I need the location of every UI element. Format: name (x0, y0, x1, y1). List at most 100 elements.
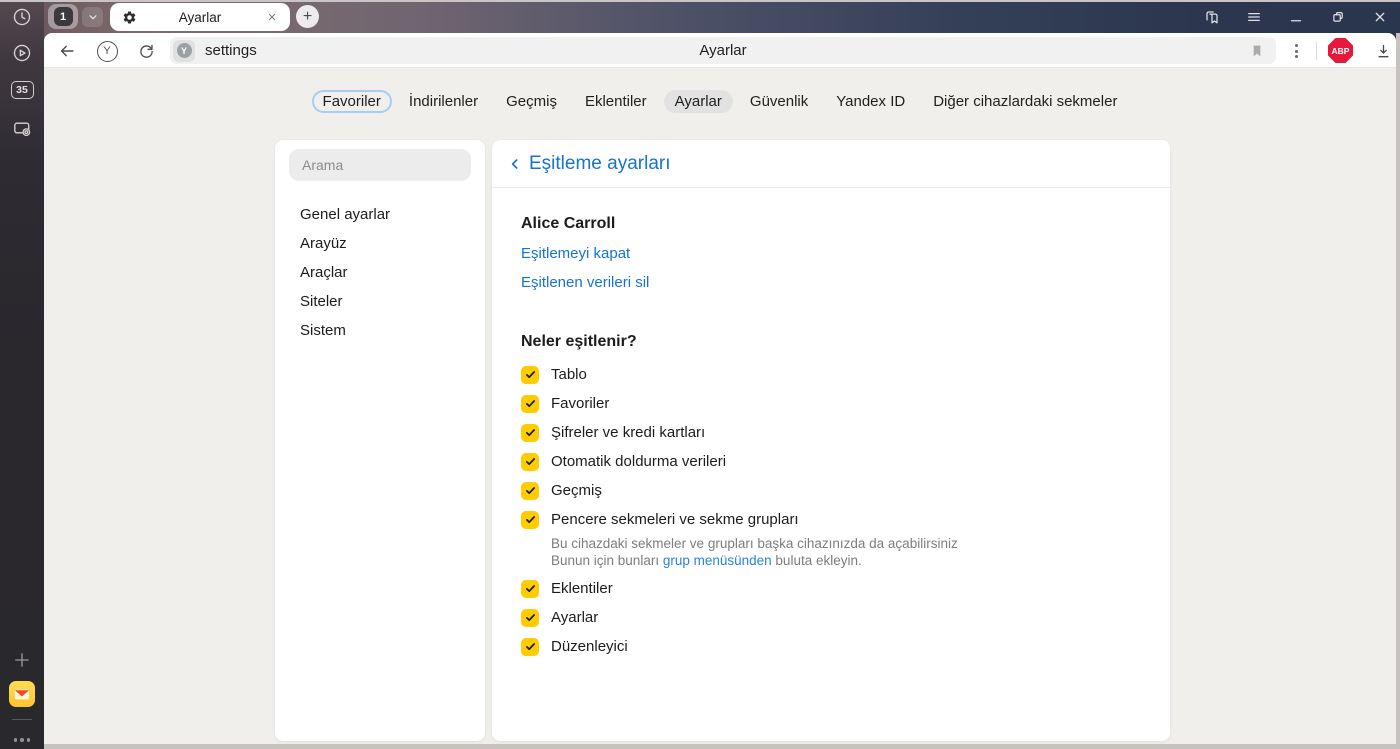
group-menu-link[interactable]: grup menüsünden (663, 553, 772, 568)
checkmark-icon (525, 371, 535, 379)
window-controls (1200, 0, 1392, 33)
hamburger-icon (1248, 12, 1260, 21)
minimize-icon (1290, 19, 1302, 21)
sync-item-gecmis: Geçmiş (521, 476, 1140, 505)
settings-nav-arayuz[interactable]: Arayüz (300, 229, 390, 258)
sync-item-sifreler: Şifreler ve kredi kartları (521, 418, 1140, 447)
nav-tab-gecmis[interactable]: Geçmiş (495, 90, 568, 113)
settings-nav-araclar[interactable]: Araçlar (300, 258, 390, 287)
back-button[interactable] (54, 38, 80, 64)
more-panels-button[interactable] (8, 726, 36, 749)
checkbox-row[interactable]: Düzenleyici (521, 632, 1140, 661)
checkmark-icon (525, 585, 535, 593)
settings-nav-siteler[interactable]: Siteler (300, 287, 390, 316)
window-top-edge (0, 0, 1400, 2)
disable-sync-link[interactable]: Eşitlemeyi kapat (521, 245, 630, 263)
plus-icon (15, 653, 29, 667)
refresh-button[interactable] (133, 38, 159, 64)
restore-button[interactable] (1326, 5, 1350, 29)
panels-button[interactable] (1200, 5, 1224, 29)
new-tab-button[interactable]: + (296, 5, 319, 28)
mail-button[interactable] (9, 681, 35, 707)
screen-capture-icon (13, 122, 30, 136)
play-icon (13, 44, 31, 62)
checkbox-checked[interactable] (521, 637, 539, 656)
sync-items-list: Tablo Favoriler Şifreler ve kredi kartla… (521, 360, 1140, 661)
nav-tab-guvenlik[interactable]: Güvenlik (739, 90, 819, 113)
nav-tab-indirilenler[interactable]: İndirilenler (398, 90, 489, 113)
checkbox-row[interactable]: Eklentiler (521, 574, 1140, 603)
checkbox-row[interactable]: Pencere sekmeleri ve sekme grupları (521, 505, 1140, 534)
checkbox-row[interactable]: Şifreler ve kredi kartları (521, 418, 1140, 447)
sync-settings-card: Eşitleme ayarları Alice Carroll Eşitleme… (492, 140, 1170, 741)
downloads-button[interactable] (1370, 38, 1396, 64)
page-title: Eşitleme ayarları (529, 152, 671, 174)
tab-group-button[interactable]: 1 (48, 4, 78, 29)
tab-close-button[interactable]: × (263, 8, 281, 26)
sync-item-pencere-sekmeleri: Pencere sekmeleri ve sekme grupları Bu c… (521, 505, 1140, 574)
checkbox-checked[interactable] (521, 423, 539, 442)
sync-settings-back[interactable]: Eşitleme ayarları (492, 140, 1170, 188)
account-name: Alice Carroll (521, 215, 616, 232)
mail-icon (14, 689, 30, 700)
checkbox-row[interactable]: Geçmiş (521, 476, 1140, 505)
bookmark-icon (1253, 45, 1261, 57)
close-window-button[interactable] (1368, 5, 1392, 29)
restore-icon (1333, 11, 1343, 22)
menu-button[interactable] (1242, 5, 1266, 29)
search-input[interactable] (289, 149, 471, 181)
window-right-border (1396, 33, 1400, 749)
nav-tab-ayarlar[interactable]: Ayarlar (663, 90, 733, 113)
history-button[interactable] (8, 3, 36, 31)
nav-tab-favoriler[interactable]: Favoriler (311, 90, 392, 113)
sync-item-description: Bu cihazdaki sekmeler ve grupları başka … (551, 536, 958, 568)
close-icon (1375, 12, 1385, 21)
nav-tab-diger-cihazlar[interactable]: Diğer cihazlardaki sekmeler (922, 90, 1128, 113)
checkmark-icon (525, 487, 535, 495)
minimize-button[interactable] (1284, 5, 1308, 29)
bookmark-toggle-button[interactable] (1246, 40, 1268, 62)
checkbox-checked[interactable] (521, 394, 539, 413)
screen-capture-button[interactable] (8, 114, 36, 142)
sync-item-favoriler: Favoriler (521, 389, 1140, 418)
tab-counter-button[interactable]: 35 (8, 76, 36, 104)
nav-tab-eklentiler[interactable]: Eklentiler (574, 90, 658, 113)
checkbox-checked[interactable] (521, 365, 539, 384)
toolbar: Y Y settings Ayarlar ABP (44, 33, 1396, 68)
adblock-extension-button[interactable]: ABP (1328, 38, 1353, 63)
checkbox-checked[interactable] (521, 510, 539, 529)
checkbox-checked[interactable] (521, 481, 539, 500)
checkbox-checked[interactable] (521, 608, 539, 627)
checkbox-checked[interactable] (521, 452, 539, 471)
tab-counter-badge: 35 (10, 81, 34, 99)
tab-list-dropdown[interactable] (82, 7, 103, 27)
delete-synced-data-link[interactable]: Eşitlenen verileri sil (521, 274, 649, 292)
checkbox-row[interactable]: Ayarlar (521, 603, 1140, 632)
yandex-button[interactable]: Y (94, 38, 120, 64)
checkbox-row[interactable]: Favoriler (521, 389, 1140, 418)
settings-nav-card: Genel ayarlar Arayüz Araçlar Siteler Sis… (275, 140, 485, 741)
settings-nav-list: Genel ayarlar Arayüz Araçlar Siteler Sis… (300, 200, 390, 345)
clock-icon (13, 8, 31, 26)
checkbox-checked[interactable] (521, 579, 539, 598)
back-arrow-icon (60, 45, 74, 57)
tab-ayarlar[interactable]: Ayarlar × (110, 3, 290, 31)
add-panel-button[interactable] (8, 646, 36, 674)
site-favicon: Y (173, 39, 195, 62)
checkmark-icon (525, 458, 535, 466)
checkbox-row[interactable]: Tablo (521, 360, 1140, 389)
toolbar-menu-button[interactable] (1284, 38, 1308, 64)
checkmark-icon (525, 400, 535, 408)
checkbox-row[interactable]: Otomatik doldurma verileri (521, 447, 1140, 476)
tab-group-count: 1 (53, 7, 73, 26)
dots-icon (13, 738, 18, 742)
settings-nav-sistem[interactable]: Sistem (300, 316, 390, 345)
settings-nav-genel-ayarlar[interactable]: Genel ayarlar (300, 200, 390, 229)
address-bar[interactable]: Y settings Ayarlar (170, 37, 1276, 64)
download-icon (1377, 44, 1389, 57)
checkmark-icon (525, 614, 535, 622)
sync-item-eklentiler: Eklentiler (521, 574, 1140, 603)
player-button[interactable] (8, 39, 36, 67)
address-page-title: Ayarlar (699, 42, 747, 59)
nav-tab-yandex-id[interactable]: Yandex ID (825, 90, 916, 113)
